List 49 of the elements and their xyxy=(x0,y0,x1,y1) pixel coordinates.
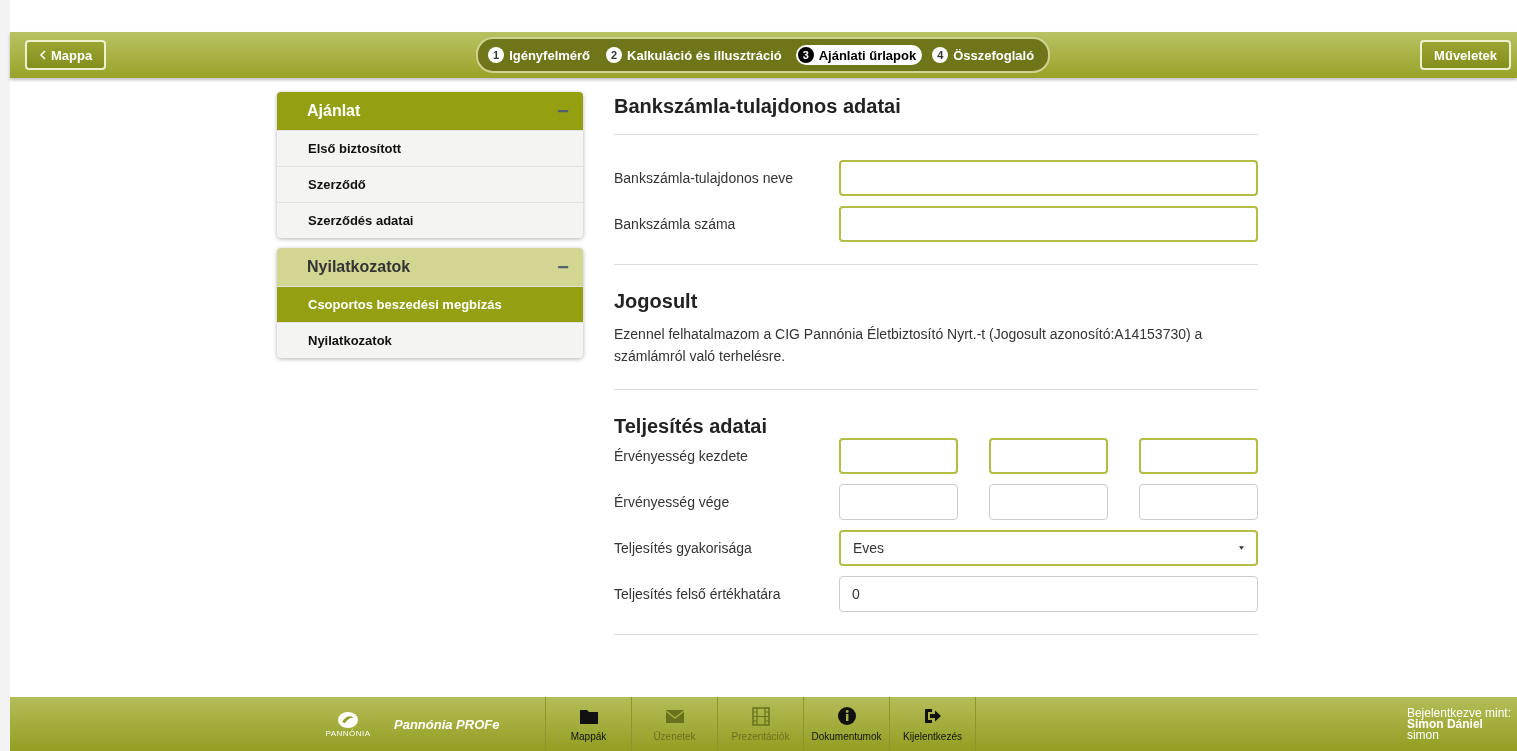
field-label: Teljesítés felső értékhatára xyxy=(614,586,782,602)
login-caption: Bejelentkezve mint: xyxy=(1406,707,1511,719)
sidebar-item[interactable]: Nyilatkozatok xyxy=(277,322,583,358)
step-number: 2 xyxy=(606,47,623,63)
input-field[interactable] xyxy=(839,206,1258,242)
step-tab[interactable]: 2 Kalkuláció és illusztráció xyxy=(604,45,788,65)
step-number: 4 xyxy=(932,47,949,63)
panel-title: Nyilatkozatok xyxy=(307,258,411,276)
section-heading: Teljesítés adatai xyxy=(614,414,769,438)
sidebar-item[interactable]: Első biztosított xyxy=(277,130,583,166)
panel-title: Ajánlat xyxy=(307,102,361,120)
sidebar-item[interactable]: Szerződés adatai xyxy=(277,202,583,238)
field-label: Teljesítés gyakorisága xyxy=(614,540,753,556)
date-field[interactable] xyxy=(1139,484,1258,520)
step-number: 1 xyxy=(488,47,505,63)
date-field[interactable] xyxy=(989,438,1108,474)
section-heading: Jogosult xyxy=(614,289,699,313)
logo-text: PANNÓNIA xyxy=(325,728,371,738)
footer-nav-item[interactable]: Mappák xyxy=(546,697,632,751)
step-number: 3 xyxy=(797,47,814,63)
user-login: simon xyxy=(1406,729,1439,741)
field-label: Bankszámla-tulajdonos neve xyxy=(614,170,794,186)
footer-nav-item[interactable]: Dokumentumok xyxy=(804,697,890,751)
info-icon xyxy=(835,706,858,726)
date-field[interactable] xyxy=(989,484,1108,520)
app-name: Pannónia PROFe xyxy=(394,716,500,732)
caret-icon xyxy=(1239,546,1244,550)
logo-icon xyxy=(337,710,359,729)
step-tab[interactable]: 4 Összefoglaló xyxy=(930,45,1041,65)
user-name: Simon Dániel xyxy=(1406,718,1484,730)
section-heading: Bankszámla-tulajdonos adatai xyxy=(614,92,1258,135)
input-field[interactable] xyxy=(839,160,1258,196)
date-field[interactable] xyxy=(1139,438,1258,474)
field-label: Bankszámla száma xyxy=(614,216,737,232)
date-field[interactable] xyxy=(839,484,958,520)
dropdown-field[interactable]: Eves xyxy=(839,530,1258,566)
chevron-left-icon xyxy=(39,50,47,60)
input-field[interactable]: 0 xyxy=(839,576,1258,612)
film-icon xyxy=(749,706,772,726)
field-label: Érvényesség kezdete xyxy=(614,448,749,464)
collapse-icon[interactable]: − xyxy=(557,257,569,277)
step-tab[interactable]: 1 Igényfelmérő xyxy=(486,45,597,65)
consent-text: Ezennel felhatalmazom a CIG Pannónia Életbiztosító Nyrt.-t (Jogosult azonosító:A14153730) a számlámról való terhelésre. xyxy=(614,325,1204,366)
field-label: Érvényesség vége xyxy=(614,494,731,510)
date-field[interactable] xyxy=(839,438,958,474)
step-tab[interactable]: 3 Ajánlati űrlapok xyxy=(795,45,923,65)
sidebar-item[interactable]: Szerződő xyxy=(277,166,583,202)
panel-header[interactable]: Nyilatkozatok − xyxy=(277,248,583,286)
footer-nav-item[interactable]: Kijelentkezés xyxy=(890,697,976,751)
